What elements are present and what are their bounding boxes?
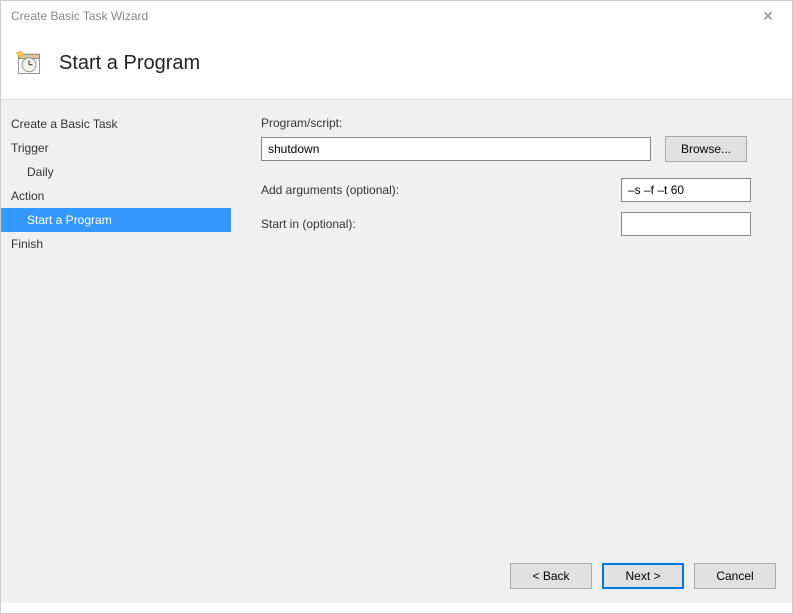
wizard-sidebar: Create a Basic Task Trigger Daily Action… — [1, 100, 231, 549]
titlebar: Create Basic Task Wizard ✕ — [1, 1, 792, 31]
arguments-input[interactable] — [621, 178, 751, 202]
program-script-input[interactable] — [261, 137, 651, 161]
cancel-button[interactable]: Cancel — [694, 563, 776, 589]
program-script-label: Program/script: — [261, 116, 776, 130]
sidebar-item-action[interactable]: Action — [1, 184, 231, 208]
startin-row: Start in (optional): — [261, 212, 751, 236]
close-icon: ✕ — [762, 8, 774, 25]
sidebar-item-finish[interactable]: Finish — [1, 232, 231, 256]
wizard-header: Start a Program — [1, 31, 792, 99]
content-area: Create a Basic Task Trigger Daily Action… — [1, 99, 792, 549]
sidebar-item-start-program[interactable]: Start a Program — [1, 208, 231, 232]
wizard-footer: < Back Next > Cancel — [1, 549, 792, 603]
startin-label: Start in (optional): — [261, 217, 356, 231]
sidebar-item-daily[interactable]: Daily — [1, 160, 231, 184]
program-row: Browse... — [261, 136, 776, 162]
startin-input[interactable] — [621, 212, 751, 236]
main-panel: Program/script: Browse... Add arguments … — [231, 100, 792, 549]
close-button[interactable]: ✕ — [748, 2, 788, 30]
arguments-label: Add arguments (optional): — [261, 183, 399, 197]
back-button[interactable]: < Back — [510, 563, 592, 589]
page-title: Start a Program — [59, 52, 200, 75]
sidebar-item-trigger[interactable]: Trigger — [1, 136, 231, 160]
sidebar-item-create-basic-task[interactable]: Create a Basic Task — [1, 112, 231, 136]
window-title: Create Basic Task Wizard — [11, 9, 148, 23]
browse-button[interactable]: Browse... — [665, 136, 747, 162]
arguments-row: Add arguments (optional): — [261, 178, 751, 202]
next-button[interactable]: Next > — [602, 563, 684, 589]
calendar-clock-icon — [15, 49, 43, 77]
